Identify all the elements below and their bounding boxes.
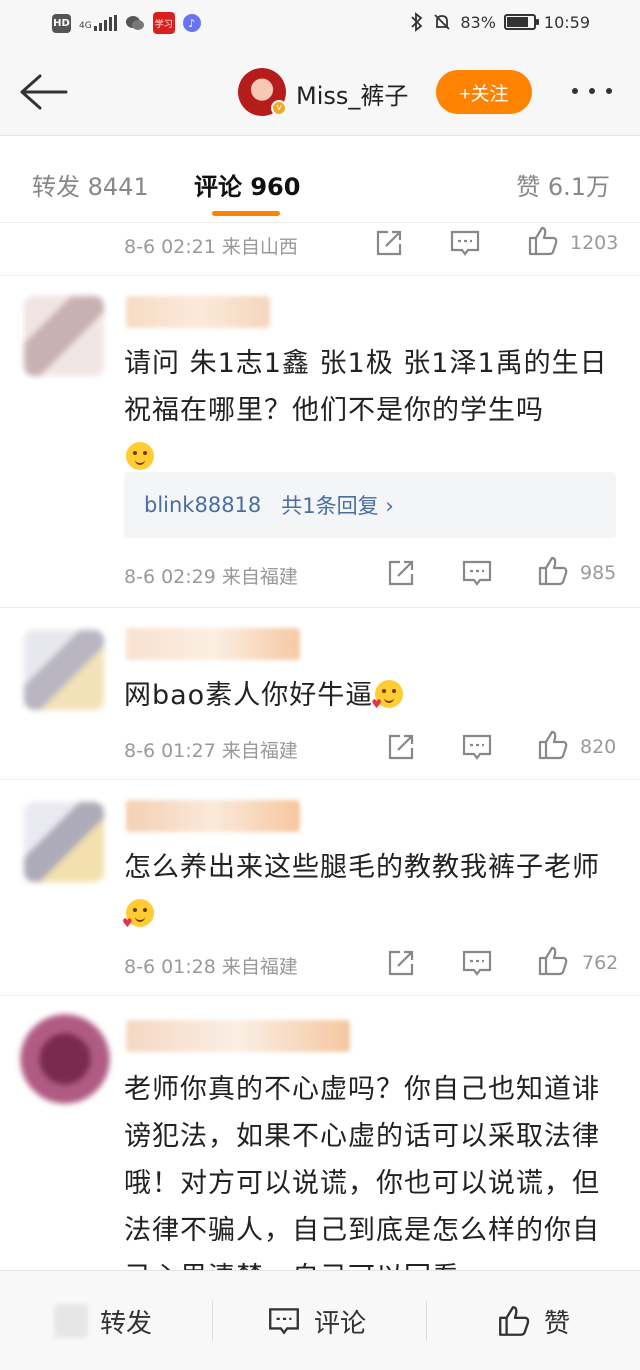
signal-group: 4G	[79, 15, 117, 31]
more-options-icon[interactable]	[572, 88, 612, 94]
tab-bar: 转发 8441 评论 960 赞 6.1万	[0, 137, 640, 223]
share-icon[interactable]	[384, 556, 418, 590]
comment-text: 网bao素人你好牛逼 ♥	[124, 672, 614, 719]
like-count: 762	[582, 952, 619, 974]
reply-icon[interactable]	[460, 730, 494, 764]
like-count: 985	[580, 562, 617, 584]
bottom-action-bar: 转发 评论 赞	[0, 1270, 640, 1370]
comment-button[interactable]: 评论	[266, 1301, 366, 1341]
reply-icon[interactable]	[460, 556, 494, 590]
reply-user[interactable]: blink88818	[144, 493, 261, 517]
reply-icon[interactable]	[460, 946, 494, 980]
comment-item: 怎么养出来这些腿毛的教教我裤子老师 ♥ 8-6 01:28 来自福建 762	[0, 780, 640, 996]
mute-bell-icon	[434, 14, 450, 30]
commenter-name[interactable]	[126, 1020, 350, 1052]
reply-icon[interactable]	[448, 226, 482, 260]
comment-meta: 8-6 01:28 来自福建	[124, 956, 298, 978]
username[interactable]: Miss_裤子	[296, 76, 408, 111]
commenter-avatar[interactable]	[24, 296, 104, 376]
love-emoji-icon: ♥	[371, 680, 404, 710]
top-nav: v Miss_裤子 +关注	[0, 48, 640, 136]
tab-repost[interactable]: 转发 8441	[32, 167, 149, 202]
status-left: HD 4G 学习 ♪	[52, 12, 201, 34]
like-count: 1203	[570, 232, 619, 254]
like-count: 820	[580, 736, 617, 758]
comment-item: 请问 朱1志1鑫 张1极 张1泽1禹的生日祝福在哪里？他们不是你的学生吗 bli…	[0, 276, 640, 608]
commenter-avatar[interactable]	[20, 1014, 110, 1104]
divider	[212, 1301, 213, 1341]
comment-meta: 8-6 02:29 来自福建	[124, 566, 298, 588]
bluetooth-icon	[411, 12, 423, 32]
share-icon[interactable]	[384, 730, 418, 764]
repost-label: 转发	[100, 1308, 153, 1339]
reply-preview[interactable]: blink88818 共1条回复 ›	[124, 472, 616, 538]
battery-icon	[503, 14, 539, 30]
study-app-icon: 学习	[152, 12, 175, 34]
repost-icon	[54, 1304, 88, 1338]
comment-text: 请问 朱1志1鑫 张1极 张1泽1禹的生日祝福在哪里？他们不是你的学生吗	[124, 340, 614, 481]
comment-text: 老师你真的不心虚吗？你自己也知道诽谤犯法，如果不心虚的话可以采取法律哦！对方可以…	[124, 1074, 600, 1270]
repost-button[interactable]: 转发	[54, 1301, 152, 1341]
status-right: 83% 10:59	[410, 12, 590, 32]
battery-percent: 83%	[460, 12, 496, 32]
commenter-name[interactable]	[126, 628, 300, 660]
comment-list[interactable]: 8-6 02:21 来自山西 1203 请问 朱1志1鑫 张1极 张1泽1禹的生…	[0, 224, 640, 1270]
comment-item: 8-6 02:21 来自山西 1203	[0, 224, 640, 276]
like-label: 赞	[544, 1308, 571, 1339]
tab-comment[interactable]: 评论 960	[194, 167, 300, 202]
like-icon[interactable]	[536, 728, 570, 762]
signal-icon	[93, 15, 117, 31]
like-icon	[499, 1306, 530, 1336]
active-tab-indicator	[212, 211, 280, 216]
back-arrow-icon[interactable]	[18, 70, 68, 114]
comment-meta: 8-6 01:27 来自福建	[124, 740, 298, 762]
commenter-name[interactable]	[126, 296, 270, 328]
commenter-name[interactable]	[126, 800, 300, 832]
wechat-icon	[125, 16, 144, 30]
status-bar: HD 4G 学习 ♪ 83% 10:59	[0, 0, 640, 48]
follow-button[interactable]: +关注	[436, 70, 532, 114]
hd-icon: HD	[52, 13, 71, 33]
comment-item: 网bao素人你好牛逼 ♥ 8-6 01:27 来自福建 820	[0, 608, 640, 780]
reply-count[interactable]: 共1条回复 ›	[281, 490, 393, 520]
divider	[426, 1301, 427, 1341]
love-emoji-icon: ♥	[122, 899, 154, 929]
comment-item: 老师你真的不心虚吗？你自己也知道诽谤犯法，如果不心虚的话可以采取法律哦！对方可以…	[0, 996, 640, 1270]
commenter-avatar[interactable]	[24, 630, 104, 710]
like-icon[interactable]	[536, 944, 570, 978]
clock: 10:59	[543, 12, 590, 32]
tab-like[interactable]: 赞 6.1万	[516, 167, 610, 202]
music-icon: ♪	[182, 14, 201, 32]
like-button[interactable]: 赞	[496, 1301, 570, 1341]
commenter-avatar[interactable]	[24, 802, 104, 882]
verified-badge-icon: v	[271, 100, 287, 116]
comment-icon	[269, 1308, 299, 1335]
shrug-emoji-icon	[126, 442, 154, 470]
comment-meta: 8-6 02:21 来自山西	[124, 236, 298, 258]
comment-label: 评论	[314, 1308, 367, 1339]
share-icon[interactable]	[384, 946, 418, 980]
comment-text: 怎么养出来这些腿毛的教教我裤子老师 ♥	[122, 852, 600, 930]
share-icon[interactable]	[372, 226, 406, 260]
like-icon[interactable]	[536, 554, 570, 588]
like-icon[interactable]	[526, 224, 560, 258]
network-type: 4G	[79, 21, 92, 31]
